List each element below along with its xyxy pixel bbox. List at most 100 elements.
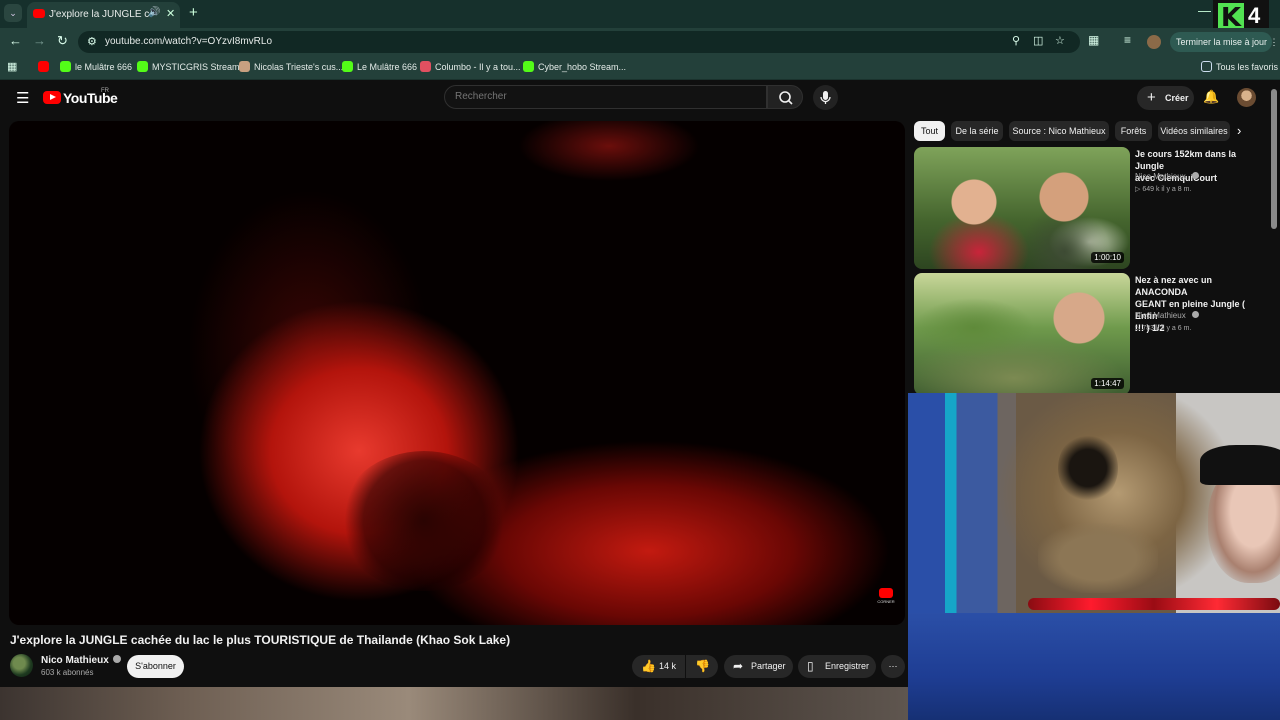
menu-icon[interactable]: ☰ xyxy=(16,89,29,107)
deer-icon xyxy=(239,61,250,72)
chip-de-la-serie[interactable]: De la série xyxy=(951,121,1003,141)
update-label: Terminer la mise à jour xyxy=(1176,37,1268,47)
reload-icon[interactable]: ↻ xyxy=(57,33,68,49)
channel-name[interactable]: Nico Mathieux xyxy=(41,655,121,666)
tab-search-icon[interactable]: ⌄ xyxy=(4,4,22,22)
related-title-line: Je cours 152km dans la Jungle xyxy=(1135,149,1237,171)
related-meta-text: 783 k il y a 6 m. xyxy=(1142,325,1192,332)
channel-avatar[interactable] xyxy=(10,654,33,677)
bookmark-item[interactable]: Le Mulâtre 666 xyxy=(342,61,417,72)
related-channel[interactable]: Nico Mathieux xyxy=(1135,311,1199,320)
star-icon[interactable]: ☆ xyxy=(1055,34,1065,47)
plus-icon: + xyxy=(1147,89,1156,106)
related-title-line: Nez à nez avec un ANACONDA xyxy=(1135,275,1213,297)
video-frame-detail xyxy=(339,451,509,591)
browser-tab[interactable]: J'explore la JUNGLE cachée du lac le plu… xyxy=(27,2,180,28)
webcam-overlay xyxy=(908,393,1280,720)
watermark-label: CORNER xyxy=(877,599,895,604)
bookmark-label: le Mulâtre 666 xyxy=(75,62,133,72)
bookmark-item[interactable]: Cyber_hobo Stream... xyxy=(523,61,626,72)
youtube-logo-icon[interactable] xyxy=(43,91,61,104)
dislike-button[interactable]: 👎 xyxy=(686,655,718,678)
related-thumbnail[interactable]: 1:14:47 xyxy=(914,273,1130,395)
search-icon xyxy=(779,91,793,105)
bookmark-label: Columbo - Il y a tou... xyxy=(435,62,521,72)
bookmark-item[interactable]: le Mulâtre 666 xyxy=(60,61,132,72)
new-tab-icon[interactable]: + xyxy=(189,4,198,21)
zoom-icon[interactable]: ⚲ xyxy=(1012,34,1020,47)
related-channel-text: Nico Mathieux xyxy=(1135,311,1186,320)
account-avatar[interactable] xyxy=(1237,88,1256,107)
notifications-bell-icon[interactable]: 🔔 xyxy=(1203,89,1219,105)
profile-avatar[interactable] xyxy=(1147,35,1161,49)
related-meta-text: 649 k il y a 8 m. xyxy=(1142,186,1192,193)
bookmarks-bar: ▦ le Mulâtre 666 MYSTICGRIS Stream... Ni… xyxy=(0,56,1280,80)
speaker-icon[interactable]: 🔊 xyxy=(148,7,160,18)
chip-source[interactable]: Source : Nico Mathieux xyxy=(1009,121,1109,141)
video-player[interactable]: CORNER xyxy=(9,121,905,625)
extensions-icon[interactable]: ▦ xyxy=(1088,33,1099,47)
youtube-watermark-icon xyxy=(879,588,893,598)
apps-grid-icon[interactable]: ▦ xyxy=(7,60,17,73)
verified-icon xyxy=(112,655,121,663)
bookmark-item[interactable]: Nicolas Trieste's cus... xyxy=(239,61,343,72)
search-button[interactable] xyxy=(767,85,803,109)
bookmark-youtube[interactable] xyxy=(38,61,53,72)
back-icon[interactable]: ← xyxy=(9,33,22,48)
video-duration: 1:00:10 xyxy=(1091,252,1124,263)
cast-icon[interactable]: ◫ xyxy=(1033,34,1043,47)
chip-tout[interactable]: Tout xyxy=(914,121,945,141)
subscribe-button[interactable]: S'abonner xyxy=(127,655,184,678)
search-box[interactable] xyxy=(444,85,767,109)
description-area-preview xyxy=(0,687,908,720)
bookmark-item[interactable]: MYSTICGRIS Stream... xyxy=(137,61,247,72)
like-button[interactable]: 👍 14 k xyxy=(632,655,685,678)
thumbs-down-icon: 👎 xyxy=(695,659,710,673)
bookmark-label: Cyber_hobo Stream... xyxy=(538,62,627,72)
search-input[interactable] xyxy=(455,91,755,102)
all-bookmarks-label: Tous les favoris xyxy=(1216,62,1279,72)
youtube-favicon-icon xyxy=(33,9,45,18)
webcam-painting-detail xyxy=(1038,523,1158,593)
bookmark-label: MYSTICGRIS Stream... xyxy=(152,62,248,72)
url-text: youtube.com/watch?v=OYzvI8mvRLo xyxy=(105,36,273,47)
voice-search-button[interactable] xyxy=(813,85,838,110)
update-button[interactable]: Terminer la mise à jour ⋮ xyxy=(1170,32,1279,52)
related-thumbnail[interactable]: 1:00:10 xyxy=(914,147,1130,269)
more-actions-button[interactable]: ⋯ xyxy=(881,655,905,678)
subscriber-count: 603 k abonnés xyxy=(41,668,94,677)
more-icon: ⋯ xyxy=(888,661,898,671)
folder-icon xyxy=(1201,61,1212,72)
create-button[interactable]: + Créer xyxy=(1137,86,1194,110)
create-label: Créer xyxy=(1165,93,1189,103)
forward-icon[interactable]: → xyxy=(33,33,46,48)
youtube-header: ☰ YouTube FR + Créer 🔔 xyxy=(0,81,1280,115)
related-channel[interactable]: Nico Mathieux xyxy=(1135,172,1199,181)
share-label: Partager xyxy=(751,661,786,671)
reading-list-icon[interactable]: ≡ xyxy=(1124,33,1131,47)
youtube-logo-text[interactable]: YouTube xyxy=(63,90,118,106)
webcam-blanket xyxy=(908,613,1280,720)
address-bar[interactable]: ⚙ youtube.com/watch?v=OYzvI8mvRLo ⚲ ◫ ☆ xyxy=(78,31,1080,53)
bookmark-icon: ▯ xyxy=(807,659,814,673)
page-scrollbar[interactable] xyxy=(1271,89,1277,229)
share-icon: ➦ xyxy=(733,659,744,673)
webcam-person-hat xyxy=(1200,445,1280,485)
columbo-icon xyxy=(420,61,431,72)
bookmark-item[interactable]: Columbo - Il y a tou... xyxy=(420,61,521,72)
related-meta: ▷ 649 k il y a 8 m. xyxy=(1135,186,1192,193)
chevron-right-icon[interactable]: › xyxy=(1237,123,1241,138)
chip-videos-similaires[interactable]: Vidéos similaires xyxy=(1158,121,1230,141)
bookmark-label: Nicolas Trieste's cus... xyxy=(254,62,344,72)
address-bar-row: ← → ↻ ⚙ youtube.com/watch?v=OYzvI8mvRLo … xyxy=(0,28,1280,56)
site-info-icon[interactable]: ⚙ xyxy=(87,35,97,48)
bookmark-label: Le Mulâtre 666 xyxy=(357,62,418,72)
minimize-icon[interactable]: — xyxy=(1198,3,1211,18)
tab-title: J'explore la JUNGLE cachée du lac le plu… xyxy=(49,9,149,20)
play-icon xyxy=(342,61,353,72)
share-button[interactable]: ➦ Partager xyxy=(724,655,793,678)
chip-forets[interactable]: Forêts xyxy=(1115,121,1152,141)
close-icon[interactable]: ✕ xyxy=(166,7,175,20)
save-button[interactable]: ▯ Enregistrer xyxy=(798,655,876,678)
all-bookmarks[interactable]: Tous les favoris xyxy=(1201,61,1278,72)
